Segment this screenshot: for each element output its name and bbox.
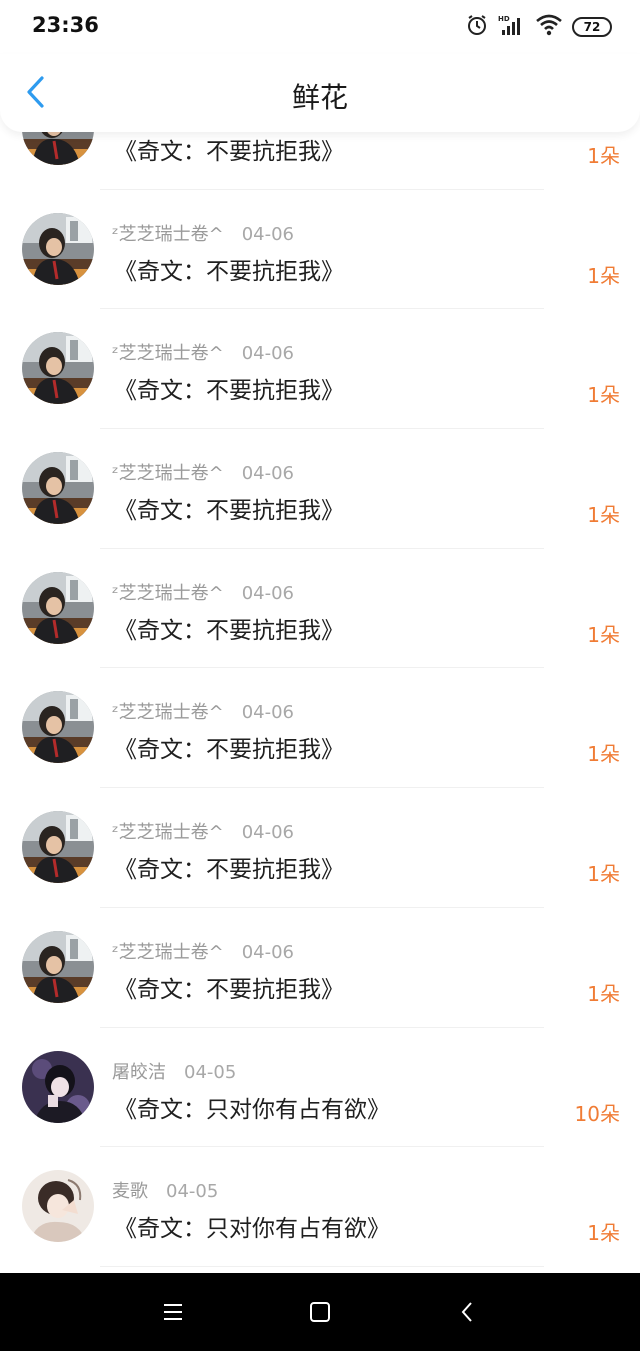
page-title: 鲜花	[291, 81, 348, 114]
book-title[interactable]: 《奇文：不要抗拒我》	[114, 132, 344, 166]
flower-count: 10朵	[574, 1101, 620, 1126]
item-meta: ᶻ芝芝瑞士卷^ 04-06	[112, 579, 294, 605]
flower-list[interactable]: 《奇文：不要抗拒我》 1朵 ᶻ芝芝瑞士卷^ 04-06 《奇文：不要抗拒我》 1朵 ᶻ芝芝瑞…	[0, 70, 640, 1267]
flower-count: 1朵	[587, 742, 620, 767]
avatar[interactable]	[22, 571, 94, 644]
book-title[interactable]: 《奇文：不要抗拒我》	[114, 491, 344, 525]
avatar[interactable]	[22, 691, 94, 764]
book-title[interactable]: 《奇文：不要抗拒我》	[114, 970, 344, 1004]
gift-date: 04-05	[184, 1061, 237, 1083]
avatar[interactable]	[22, 452, 94, 525]
avatar[interactable]	[22, 212, 94, 285]
list-item[interactable]: ᶻ芝芝瑞士卷^ 04-06 《奇文：不要抗拒我》 1朵	[0, 668, 640, 789]
list-item[interactable]: ᶻ芝芝瑞士卷^ 04-06 《奇文：不要抗拒我》 1朵	[0, 908, 640, 1028]
gift-date: 04-06	[241, 582, 294, 604]
item-meta: ᶻ芝芝瑞士卷^ 04-06	[112, 339, 294, 365]
flower-count: 1朵	[587, 144, 620, 168]
user-name: ᶻ芝芝瑞士卷^	[112, 822, 224, 844]
user-name: ᶻ芝芝瑞士卷^	[112, 343, 224, 365]
list-item[interactable]: ᶻ芝芝瑞士卷^ 04-06 《奇文：不要抗拒我》 1朵	[0, 309, 640, 430]
recent-apps-button[interactable]	[143, 1282, 203, 1342]
hd-signal-icon: HD	[498, 14, 526, 40]
user-name: ᶻ芝芝瑞士卷^	[112, 223, 224, 245]
list-item[interactable]: ᶻ芝芝瑞士卷^ 04-06 《奇文：不要抗拒我》 1朵	[0, 788, 640, 908]
back-triangle-icon	[461, 1302, 472, 1322]
battery-level: 72	[583, 20, 601, 34]
user-name: ᶻ芝芝瑞士卷^	[112, 463, 224, 485]
flower-count: 1朵	[587, 263, 620, 288]
avatar[interactable]	[22, 811, 94, 884]
gift-date: 04-06	[241, 702, 294, 724]
flower-count: 1朵	[587, 383, 620, 408]
book-title[interactable]: 《奇文：不要抗拒我》	[114, 850, 344, 884]
list-item[interactable]: ᶻ芝芝瑞士卷^ 04-06 《奇文：不要抗拒我》 1朵	[0, 190, 640, 310]
flower-count: 1朵	[587, 981, 620, 1006]
book-title[interactable]: 《奇文：只对你有占有欲》	[114, 1090, 390, 1124]
list-item[interactable]: 麦歌 04-05 《奇文：只对你有占有欲》 1朵	[0, 1147, 640, 1267]
book-title[interactable]: 《奇文：不要抗拒我》	[114, 371, 344, 405]
list-item[interactable]: 屠皎洁 04-05 《奇文：只对你有占有欲》 10朵	[0, 1028, 640, 1148]
avatar[interactable]	[22, 1170, 94, 1243]
gift-date: 04-05	[166, 1181, 219, 1203]
item-meta: ᶻ芝芝瑞士卷^ 04-06	[112, 459, 294, 485]
gift-date: 04-06	[241, 223, 294, 245]
row-divider	[100, 1265, 544, 1267]
item-meta: ᶻ芝芝瑞士卷^ 04-06	[112, 698, 294, 724]
top-header: 鲜花	[0, 54, 640, 132]
list-item[interactable]: ᶻ芝芝瑞士卷^ 04-06 《奇文：不要抗拒我》 1朵	[0, 549, 640, 669]
book-title[interactable]: 《奇文：不要抗拒我》	[114, 730, 344, 764]
book-title[interactable]: 《奇文：不要抗拒我》	[114, 252, 344, 286]
item-meta: 麦歌 04-05	[112, 1177, 218, 1203]
home-square-icon	[309, 1302, 330, 1322]
user-name: 麦歌	[112, 1181, 148, 1203]
gift-date: 04-06	[241, 463, 294, 485]
flower-count: 1朵	[587, 503, 620, 528]
avatar[interactable]	[22, 1050, 94, 1123]
back-nav-button[interactable]	[437, 1282, 497, 1342]
avatar[interactable]	[22, 332, 94, 405]
user-name: ᶻ芝芝瑞士卷^	[112, 582, 224, 604]
user-name: ᶻ芝芝瑞士卷^	[112, 941, 224, 963]
home-button[interactable]	[290, 1282, 350, 1342]
status-time: 23:36	[32, 13, 99, 37]
item-meta: 屠皎洁 04-05	[112, 1058, 236, 1084]
status-icons: HD 72	[466, 14, 612, 40]
user-name: ᶻ芝芝瑞士卷^	[112, 702, 224, 724]
avatar[interactable]	[22, 930, 94, 1003]
item-meta: ᶻ芝芝瑞士卷^ 04-06	[112, 220, 294, 246]
flower-count: 1朵	[587, 1221, 620, 1246]
book-title[interactable]: 《奇文：只对你有占有欲》	[114, 1209, 390, 1243]
gift-date: 04-06	[241, 822, 294, 844]
gift-date: 04-06	[241, 941, 294, 963]
svg-text:HD: HD	[498, 15, 510, 23]
gift-date: 04-06	[241, 343, 294, 365]
menu-icon	[164, 1304, 183, 1320]
item-meta: ᶻ芝芝瑞士卷^ 04-06	[112, 818, 294, 844]
item-meta: ᶻ芝芝瑞士卷^ 04-06	[112, 938, 294, 964]
book-title[interactable]: 《奇文：不要抗拒我》	[114, 611, 344, 645]
user-name: 屠皎洁	[112, 1061, 166, 1083]
alarm-icon	[466, 14, 488, 40]
flower-count: 1朵	[587, 862, 620, 887]
wifi-icon	[536, 14, 562, 40]
list-item[interactable]: ᶻ芝芝瑞士卷^ 04-06 《奇文：不要抗拒我》 1朵	[0, 429, 640, 549]
status-bar: 23:36 HD 72	[0, 0, 640, 54]
flower-count: 1朵	[587, 622, 620, 647]
battery-icon: 72	[572, 17, 612, 37]
system-nav-bar	[0, 1273, 640, 1351]
